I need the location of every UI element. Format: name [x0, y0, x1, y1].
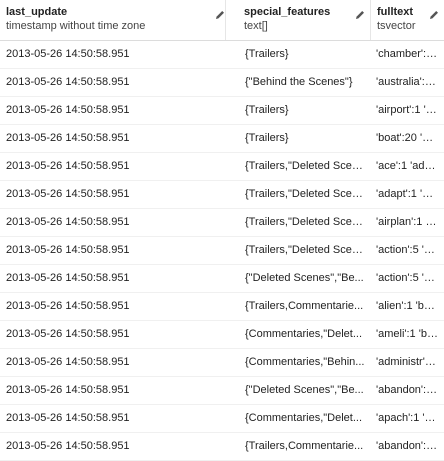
cell-special-features[interactable]: {Trailers}: [226, 97, 371, 124]
table-row[interactable]: 2013-05-26 14:50:58.951 {Trailers,"Delete…: [0, 209, 444, 237]
column-header-last-update[interactable]: last_update timestamp without time zone: [0, 0, 226, 40]
column-name: last_update: [6, 6, 68, 18]
cell-last-update[interactable]: 2013-05-26 14:50:58.951: [0, 349, 226, 376]
cell-special-features[interactable]: {Trailers,"Deleted Scen...: [226, 181, 371, 208]
cell-fulltext[interactable]: 'australia':18...: [371, 69, 444, 96]
table-row[interactable]: 2013-05-26 14:50:58.951 {Commentaries,"Be…: [0, 349, 444, 377]
cell-last-update[interactable]: 2013-05-26 14:50:58.951: [0, 209, 226, 236]
table-row[interactable]: 2013-05-26 14:50:58.951 {Trailers,Comment…: [0, 433, 444, 461]
cell-fulltext[interactable]: 'action':5 'ac...: [371, 237, 444, 264]
column-header-fulltext[interactable]: fulltext tsvector: [371, 0, 444, 40]
cell-special-features[interactable]: {"Deleted Scenes","Be...: [226, 265, 371, 292]
cell-fulltext[interactable]: 'chamber':1 '...: [371, 41, 444, 68]
cell-fulltext[interactable]: 'adapt':1 'ast...: [371, 181, 444, 208]
cell-special-features[interactable]: {Trailers,Commentarie...: [226, 433, 371, 460]
pencil-icon[interactable]: [354, 9, 366, 21]
cell-special-features[interactable]: {"Behind the Scenes"}: [226, 69, 371, 96]
table-row[interactable]: 2013-05-26 14:50:58.951 {Trailers}'boat':…: [0, 125, 444, 153]
cell-last-update[interactable]: 2013-05-26 14:50:58.951: [0, 293, 226, 320]
table-row[interactable]: 2013-05-26 14:50:58.951 {Trailers,"Delete…: [0, 237, 444, 265]
pencil-icon[interactable]: [428, 9, 440, 21]
cell-special-features[interactable]: {Trailers,"Deleted Scen...: [226, 209, 371, 236]
cell-special-features[interactable]: {Trailers}: [226, 41, 371, 68]
cell-fulltext[interactable]: 'ace':1 'admi...: [371, 153, 444, 180]
column-name: special_features: [244, 6, 331, 18]
cell-special-features[interactable]: {"Deleted Scenes","Be...: [226, 377, 371, 404]
table-row[interactable]: 2013-05-26 14:50:58.951 {Trailers,"Delete…: [0, 153, 444, 181]
cell-last-update[interactable]: 2013-05-26 14:50:58.951: [0, 237, 226, 264]
cell-fulltext[interactable]: 'abandon':19...: [371, 377, 444, 404]
cell-fulltext[interactable]: 'abandon':19...: [371, 433, 444, 460]
table-row[interactable]: 2013-05-26 14:50:58.951 {Trailers}'airpor…: [0, 97, 444, 125]
cell-fulltext[interactable]: 'airport':1 'an...: [371, 97, 444, 124]
cell-special-features[interactable]: {Trailers,Commentarie...: [226, 293, 371, 320]
table-row[interactable]: 2013-05-26 14:50:58.951 {"Deleted Scenes"…: [0, 377, 444, 405]
column-type: text[]: [244, 20, 268, 32]
cell-last-update[interactable]: 2013-05-26 14:50:58.951: [0, 153, 226, 180]
cell-fulltext[interactable]: 'apach':1 'aw...: [371, 405, 444, 432]
cell-special-features[interactable]: {Commentaries,"Behin...: [226, 349, 371, 376]
cell-last-update[interactable]: 2013-05-26 14:50:58.951: [0, 321, 226, 348]
column-type: timestamp without time zone: [6, 20, 146, 32]
table-row[interactable]: 2013-05-26 14:50:58.951 {"Deleted Scenes"…: [0, 265, 444, 293]
cell-fulltext[interactable]: 'alien':1 'batt...: [371, 293, 444, 320]
cell-last-update[interactable]: 2013-05-26 14:50:58.951: [0, 377, 226, 404]
cell-fulltext[interactable]: 'airplan':1 'b...: [371, 209, 444, 236]
cell-last-update[interactable]: 2013-05-26 14:50:58.951: [0, 433, 226, 460]
cell-last-update[interactable]: 2013-05-26 14:50:58.951: [0, 405, 226, 432]
table-row[interactable]: 2013-05-26 14:50:58.951 {Trailers,"Delete…: [0, 181, 444, 209]
table-row[interactable]: 2013-05-26 14:50:58.951 {"Behind the Scen…: [0, 69, 444, 97]
cell-special-features[interactable]: {Trailers,"Deleted Scen...: [226, 237, 371, 264]
cell-last-update[interactable]: 2013-05-26 14:50:58.951: [0, 97, 226, 124]
cell-fulltext[interactable]: 'administr':1...: [371, 349, 444, 376]
cell-last-update[interactable]: 2013-05-26 14:50:58.951: [0, 69, 226, 96]
table-row[interactable]: 2013-05-26 14:50:58.951 {Commentaries,"De…: [0, 405, 444, 433]
cell-fulltext[interactable]: 'action':5 'ac...: [371, 265, 444, 292]
cell-special-features[interactable]: {Trailers}: [226, 125, 371, 152]
cell-fulltext[interactable]: 'boat':20 'bri...: [371, 125, 444, 152]
column-type: tsvector: [377, 20, 416, 32]
table-row[interactable]: 2013-05-26 14:50:58.951 {Trailers}'chambe…: [0, 41, 444, 69]
grid-header: last_update timestamp without time zone …: [0, 0, 444, 41]
table-row[interactable]: 2013-05-26 14:50:58.951 {Trailers,Comment…: [0, 293, 444, 321]
cell-special-features[interactable]: {Commentaries,"Delet...: [226, 405, 371, 432]
cell-last-update[interactable]: 2013-05-26 14:50:58.951: [0, 265, 226, 292]
cell-special-features[interactable]: {Commentaries,"Delet...: [226, 321, 371, 348]
cell-special-features[interactable]: {Trailers,"Deleted Scen...: [226, 153, 371, 180]
table-row[interactable]: 2013-05-26 14:50:58.951 {Commentaries,"De…: [0, 321, 444, 349]
pencil-icon[interactable]: [214, 9, 226, 21]
cell-last-update[interactable]: 2013-05-26 14:50:58.951: [0, 41, 226, 68]
grid-body: 2013-05-26 14:50:58.951 {Trailers}'chambe…: [0, 41, 444, 461]
cell-last-update[interactable]: 2013-05-26 14:50:58.951: [0, 125, 226, 152]
cell-last-update[interactable]: 2013-05-26 14:50:58.951: [0, 181, 226, 208]
column-header-special-features[interactable]: special_features text[]: [226, 0, 371, 40]
cell-fulltext[interactable]: 'ameli':1 'bal...: [371, 321, 444, 348]
data-grid: last_update timestamp without time zone …: [0, 0, 444, 461]
